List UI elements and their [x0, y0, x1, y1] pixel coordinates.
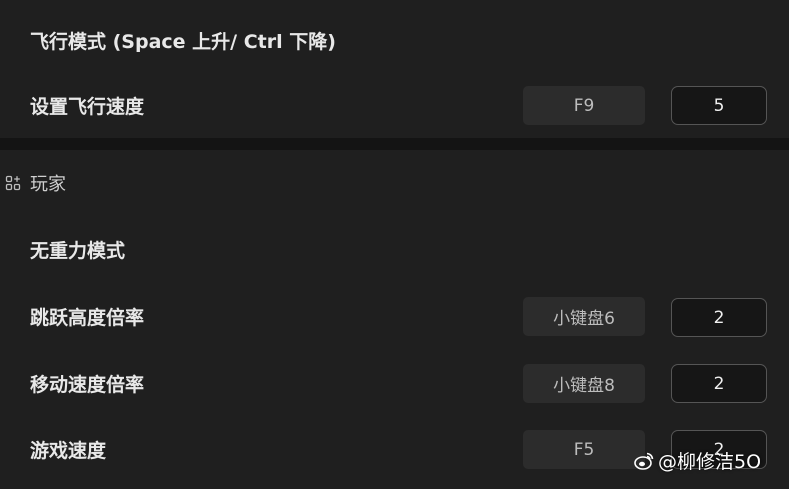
- watermark: @柳修洁5O: [633, 447, 761, 474]
- jump-height-label: 跳跃高度倍率: [30, 307, 145, 329]
- move-speed-label: 移动速度倍率: [30, 374, 145, 396]
- move-speed-hotkey-button[interactable]: 小键盘8: [523, 364, 645, 403]
- player-section-header: 玩家: [5, 172, 66, 195]
- watermark-text: @柳修洁5O: [658, 451, 762, 473]
- flight-panel: 飞行模式 (Space 上升/ Ctrl 下降) 设置飞行速度 F9 5: [0, 0, 789, 138]
- game-speed-label: 游戏速度: [30, 440, 107, 462]
- flight-speed-input[interactable]: 5: [671, 86, 767, 125]
- zero-gravity-label[interactable]: 无重力模式: [30, 236, 125, 263]
- game-speed-hotkey-button[interactable]: F5: [523, 430, 645, 469]
- jump-height-hotkey-button[interactable]: 小键盘6: [523, 297, 645, 336]
- player-section-title: 玩家: [30, 174, 66, 195]
- flight-mode-label[interactable]: 飞行模式 (Space 上升/ Ctrl 下降): [30, 27, 336, 54]
- jump-height-input[interactable]: 2: [671, 298, 767, 337]
- grid-plus-icon: [5, 175, 21, 191]
- settings-page: 飞行模式 (Space 上升/ Ctrl 下降) 设置飞行速度 F9 5 玩家 …: [0, 0, 789, 489]
- flight-speed-label: 设置飞行速度: [30, 96, 145, 118]
- move-speed-input[interactable]: 2: [671, 364, 767, 403]
- flight-speed-hotkey-button[interactable]: F9: [523, 86, 645, 125]
- weibo-icon: [633, 450, 655, 472]
